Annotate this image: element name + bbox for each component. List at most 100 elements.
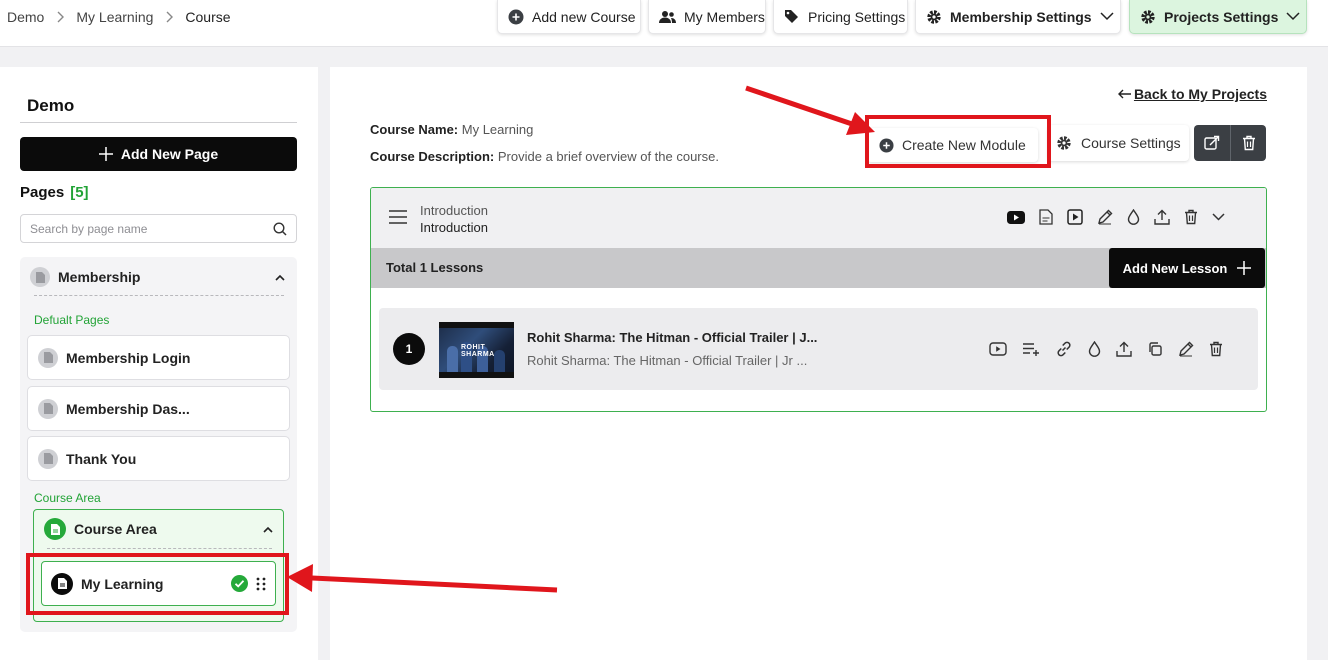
page-item-membership-dashboard[interactable]: Membership Das... [27,386,290,431]
membership-group-header[interactable]: Membership [30,267,285,287]
plus-icon [98,147,113,161]
gear-icon [1140,9,1156,25]
my-members-button[interactable]: My Members [648,0,766,34]
my-members-label: My Members [684,8,765,25]
add-new-lesson-button[interactable]: Add New Lesson [1109,248,1265,288]
page-item-label: Membership Das... [66,400,190,417]
add-new-page-button[interactable]: Add New Page [20,137,297,171]
breadcrumb-demo[interactable]: Demo [7,9,44,25]
projects-settings-dropdown[interactable]: Projects Settings [1129,0,1307,34]
course-desc-label: Course Description: [370,149,495,164]
module-titles: Introduction Introduction [420,202,488,236]
back-link-label: Back to My Projects [1133,86,1267,102]
course-area-header[interactable]: Course Area [44,518,273,540]
module-card: Introduction Introduction Total 1 Lesson… [370,187,1267,412]
default-pages-label: Defualt Pages [34,313,110,327]
module-header: Introduction Introduction [371,188,1266,248]
youtube-icon[interactable] [1007,210,1025,224]
chevron-right-icon [56,11,65,23]
chevron-down-icon [1100,12,1114,21]
copy-icon[interactable] [1147,341,1163,357]
page-item-membership-login[interactable]: Membership Login [27,335,290,380]
back-to-projects-link[interactable]: Back to My Projects [1117,86,1267,102]
lessons-total: Total 1 Lessons [386,260,484,275]
page-item-thank-you[interactable]: Thank You [27,436,290,481]
lesson-title: Rohit Sharma: The Hitman - Official Trai… [527,330,818,345]
pricing-settings-button[interactable]: Pricing Settings [773,0,908,34]
thumbnail-band [439,372,514,378]
top-bar: Demo My Learning Course Add new Course M… [0,0,1328,47]
gear-icon [926,9,942,25]
add-new-page-label: Add New Page [120,146,219,162]
gear-icon [1056,135,1072,151]
pricing-settings-label: Pricing Settings [808,8,906,25]
external-edit-icon[interactable] [1194,125,1230,161]
lesson-number: 1 [393,333,425,365]
edit-icon[interactable] [1178,341,1194,357]
play-square-icon[interactable] [1067,209,1083,225]
video-icon[interactable] [989,342,1007,356]
edit-icon[interactable] [1097,209,1113,225]
upload-icon[interactable] [1116,341,1132,357]
course-settings-label: Course Settings [1081,135,1181,151]
users-icon [659,10,676,24]
membership-settings-dropdown[interactable]: Membership Settings [915,0,1121,34]
chevron-right-icon [165,11,174,23]
membership-group-title: Membership [58,269,141,285]
module-actions [1007,209,1225,225]
divider [20,122,297,123]
pages-heading: Pages [5] [20,184,89,201]
lesson-thumbnail: ROHIT SHARMA [439,322,514,378]
arrow-left-icon [1117,89,1131,99]
membership-settings-label: Membership Settings [950,8,1092,25]
course-name: Course Name: My Learning [370,122,533,137]
file-text-icon[interactable] [1039,209,1053,225]
add-new-course-label: Add new Course [532,8,636,25]
course-desc-value: Provide a brief overview of the course. [497,149,719,164]
dashed-divider [47,548,272,549]
upload-icon[interactable] [1154,209,1170,225]
course-area-label: Course Area [34,491,101,505]
module-subtitle: Introduction [420,220,488,235]
course-name-value: My Learning [461,122,534,137]
course-settings-button[interactable]: Course Settings [1048,125,1189,161]
course-description: Course Description: Provide a brief over… [370,149,719,164]
course-name-label: Course Name: [370,122,459,137]
search-icon[interactable] [273,221,287,236]
plus-icon [1237,261,1252,275]
course-editor: Back to My Projects Course Name: My Lear… [330,67,1307,660]
document-icon [38,398,58,419]
chevron-down-icon[interactable] [1212,213,1225,221]
page-search-input[interactable] [30,221,273,236]
dashed-divider [34,295,284,296]
droplet-icon[interactable] [1088,341,1101,357]
breadcrumb: Demo My Learning Course [7,9,231,25]
projects-settings-label: Projects Settings [1164,8,1279,25]
chevron-down-icon [1286,12,1300,21]
breadcrumb-my-learning[interactable]: My Learning [76,9,153,25]
highlight-box-create-module [865,115,1051,168]
course-actions [1194,125,1266,161]
chevron-up-icon[interactable] [275,274,285,281]
lesson-row[interactable]: 1 ROHIT SHARMA Rohit Sharma: The Hitman … [379,308,1258,390]
page-item-label: Thank You [66,450,137,467]
document-icon [38,448,58,469]
page-item-label: Membership Login [66,349,191,366]
plus-circle-icon [508,9,524,25]
thumbnail-band [439,322,514,328]
menu-icon[interactable] [389,210,407,224]
chevron-up-icon[interactable] [263,526,273,533]
trash-icon[interactable] [1209,341,1223,357]
trash-icon[interactable] [1184,209,1198,225]
highlight-box-my-learning [26,553,289,615]
add-new-course-button[interactable]: Add new Course [497,0,641,34]
playlist-add-icon[interactable] [1022,342,1040,356]
lesson-subtitle: Rohit Sharma: The Hitman - Official Trai… [527,353,808,368]
droplet-icon[interactable] [1127,209,1140,225]
module-title: Introduction [420,203,488,218]
trash-icon[interactable] [1230,125,1266,161]
link-icon[interactable] [1055,340,1073,358]
document-icon [30,267,50,287]
sidebar-title: Demo [27,96,75,115]
lesson-actions [989,340,1223,358]
